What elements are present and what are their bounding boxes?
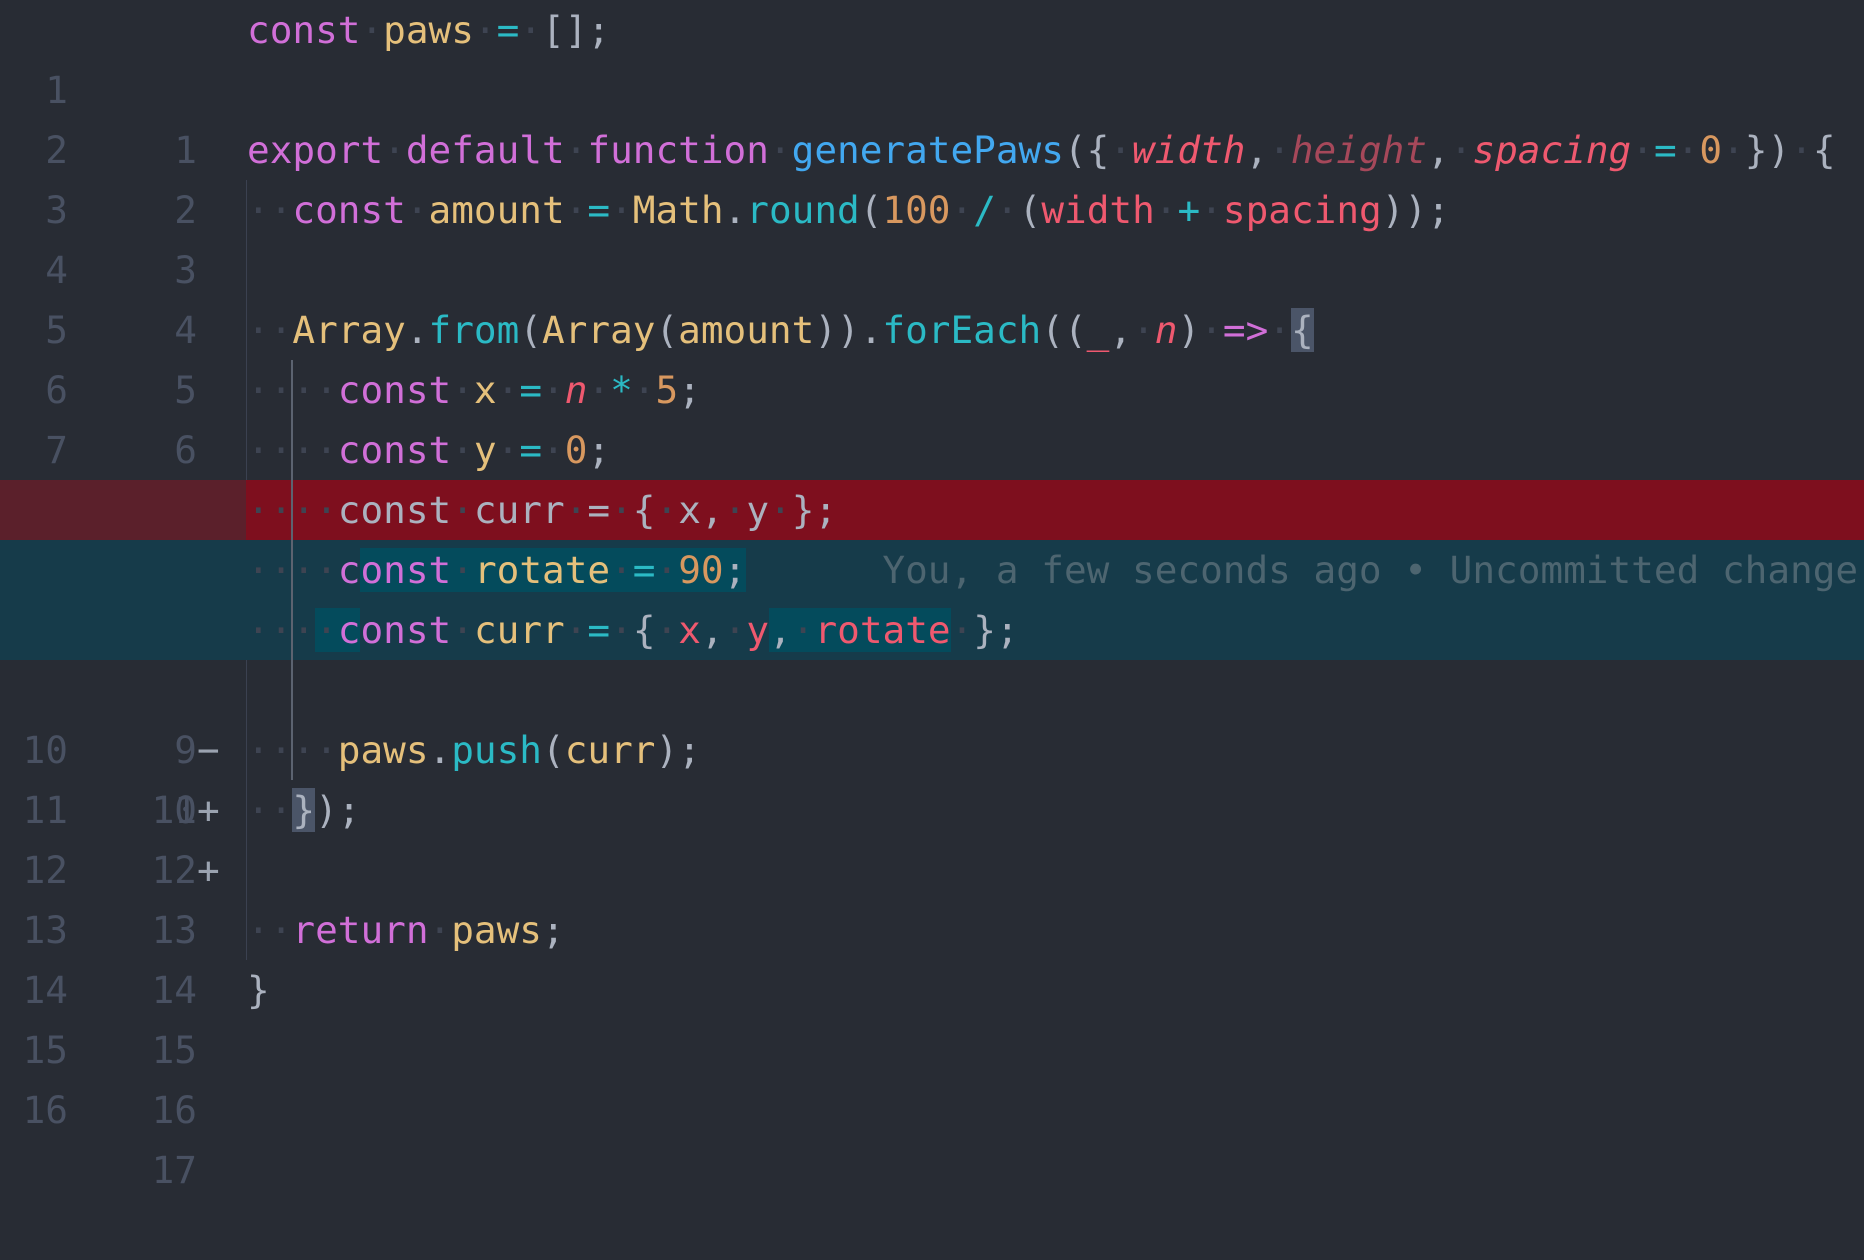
- old-line-number: 16: [22, 1088, 68, 1132]
- code-line[interactable]: 15 16 }: [0, 960, 1864, 1132]
- code-line[interactable]: 2 2: [0, 60, 1864, 232]
- line-code: ····paws.push(curr);: [247, 728, 701, 772]
- line-code: ····const·x·=·n·*·5;: [247, 368, 701, 412]
- line-code: ····const·rotate·=·90; You, a few second…: [247, 548, 1859, 592]
- code-line[interactable]: 6 6 ··Array.from(Array(amount)).forEach(…: [0, 300, 1864, 472]
- line-code: ··Array.from(Array(amount)).forEach((_,·…: [247, 308, 1314, 352]
- new-line-number: 17: [151, 1148, 197, 1192]
- code-line[interactable]: 11 12 ····paws.push(curr);: [0, 720, 1864, 892]
- code-line[interactable]: 4 4 ··const·amount·=·Math.round(100·/·(w…: [0, 180, 1864, 352]
- line-code: ····const·curr·=·{·x,·y,·rotate·};: [247, 608, 1019, 652]
- code-line[interactable]: 3 3 export·default·function·generatePaws…: [0, 120, 1864, 292]
- code-line[interactable]: 14 15 ··return·paws;: [0, 900, 1864, 1072]
- diff-editor[interactable]: 1 1 const·paws·=·[]; 2 2 3 3 export·defa…: [0, 0, 1864, 1192]
- line-code: export·default·function·generatePaws({·w…: [247, 128, 1836, 172]
- line-code: ····const·curr·=·{·x,·y·};: [247, 488, 838, 532]
- new-line-number: 16: [151, 1088, 197, 1132]
- active-indent-guide: [291, 360, 293, 780]
- code-line[interactable]: 8 8 ····const·y·=·0;: [0, 420, 1864, 592]
- code-line[interactable]: 7 7 ····const·x·=·n·*·5;: [0, 360, 1864, 532]
- code-line[interactable]: 12 13 ··});: [0, 780, 1864, 952]
- code-line[interactable]: 5 5: [0, 240, 1864, 412]
- matched-bracket-open: {: [1290, 308, 1314, 352]
- line-code: const·paws·=·[];: [247, 8, 611, 52]
- code-line[interactable]: 13 14: [0, 840, 1864, 1012]
- deleted-line[interactable]: 9 − ····const·curr·=·{·x,·y·};: [0, 480, 1864, 772]
- matched-bracket-close: }: [292, 788, 316, 832]
- git-blame-annotation: You, a few seconds ago • Uncommitted cha…: [882, 548, 1859, 592]
- line-code: }: [247, 968, 270, 1012]
- line-code: ··return·paws;: [247, 908, 565, 952]
- line-code: ····const·y·=·0;: [247, 428, 611, 472]
- added-line[interactable]: 10 + ····const·curr·=·{·x,·y,·rotate·};: [0, 600, 1864, 892]
- line-code: ··const·amount·=·Math.round(100·/·(width…: [247, 188, 1450, 232]
- line-code: ··});: [247, 788, 361, 832]
- code-line[interactable]: 16 17: [0, 1020, 1864, 1192]
- added-line[interactable]: 9 + ····const·rotate·=·90; You, a few se…: [0, 540, 1864, 832]
- code-line[interactable]: 1 1 const·paws·=·[];: [0, 0, 1864, 172]
- code-line[interactable]: 10 11: [0, 660, 1864, 832]
